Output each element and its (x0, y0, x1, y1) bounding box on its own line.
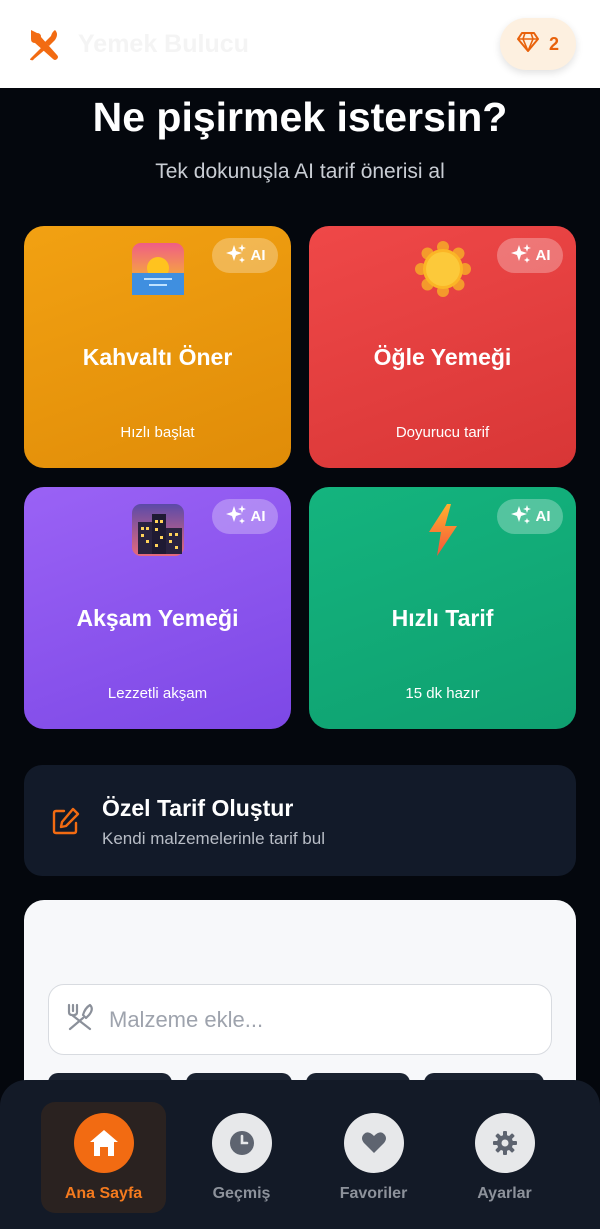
sparkle-icon (225, 243, 247, 269)
custom-recipe-subtitle: Kendi malzemelerinle tarif bul (102, 829, 325, 848)
heart-icon (343, 1113, 404, 1173)
city-dusk-icon (129, 501, 187, 559)
ai-badge: AI (212, 499, 278, 534)
sun-icon (414, 240, 472, 298)
app-title: Yemek Bulucu (78, 29, 249, 58)
ai-badge-label: AI (250, 247, 266, 264)
diamond-icon (516, 31, 539, 57)
gem-counter[interactable]: 2 (500, 18, 576, 70)
lunch-card[interactable]: AI Öğle Yemeği Doyurucu tarif (309, 226, 576, 468)
page-title: Ne pişirmek istersin? (92, 94, 508, 140)
ai-badge: AI (497, 499, 563, 534)
sparkle-icon (225, 504, 247, 530)
ingredient-input[interactable] (109, 1006, 509, 1033)
app-header: Yemek Bulucu 2 (0, 0, 600, 88)
nav-home[interactable]: Ana Sayfa (41, 1102, 166, 1213)
card-title: Öğle Yemeği (373, 344, 512, 370)
page-subtitle: Tek dokunuşla AI tarif önerisi al (155, 160, 445, 183)
clock-icon (211, 1113, 272, 1173)
lightning-icon (414, 501, 472, 559)
nav-favorites[interactable]: Favoriler (311, 1102, 436, 1213)
sunrise-icon (129, 240, 187, 298)
fork-knife-icon[interactable] (24, 25, 62, 63)
ingredient-field[interactable] (48, 984, 552, 1055)
breakfast-card[interactable]: AI Kahvaltı Öner Hızlı başlat (24, 226, 291, 468)
nav-settings[interactable]: Ayarlar (442, 1102, 567, 1213)
home-icon (73, 1113, 134, 1173)
gem-count: 2 (548, 33, 559, 54)
nav-label: Ayarlar (477, 1185, 532, 1202)
ai-badge-label: AI (535, 247, 551, 264)
edit-icon (50, 805, 82, 837)
card-title: Hızlı Tarif (391, 605, 494, 631)
custom-recipe-button[interactable]: Özel Tarif Oluştur Kendi malzemelerinle … (24, 765, 576, 876)
ai-badge: AI (212, 238, 278, 273)
card-subtitle: Doyurucu tarif (395, 424, 490, 441)
ai-badge-label: AI (535, 508, 551, 525)
ai-badge: AI (497, 238, 563, 273)
card-title: Akşam Yemeği (76, 605, 239, 631)
card-subtitle: Lezzetli akşam (107, 685, 208, 702)
bottom-nav: Ana Sayfa Geçmiş Favoriler Ayarlar (0, 1080, 600, 1229)
card-subtitle: 15 dk hazır (405, 685, 480, 702)
ai-badge-label: AI (250, 508, 266, 525)
sparkle-icon (510, 504, 532, 530)
utensils-icon (65, 1002, 95, 1037)
nav-label: Ana Sayfa (64, 1185, 143, 1202)
sparkle-icon (510, 243, 532, 269)
card-subtitle: Hızlı başlat (120, 424, 195, 441)
nav-label: Geçmiş (212, 1185, 271, 1202)
gear-icon (474, 1113, 535, 1173)
nav-label: Favoriler (339, 1185, 408, 1202)
dinner-card[interactable]: AI Akşam Yemeği Lezzetli akşam (24, 487, 291, 729)
card-title: Kahvaltı Öner (82, 344, 233, 370)
nav-history[interactable]: Geçmiş (179, 1102, 304, 1213)
custom-recipe-title: Özel Tarif Oluştur (102, 795, 294, 821)
quick-recipe-card[interactable]: AI Hızlı Tarif 15 dk hazır (309, 487, 576, 729)
